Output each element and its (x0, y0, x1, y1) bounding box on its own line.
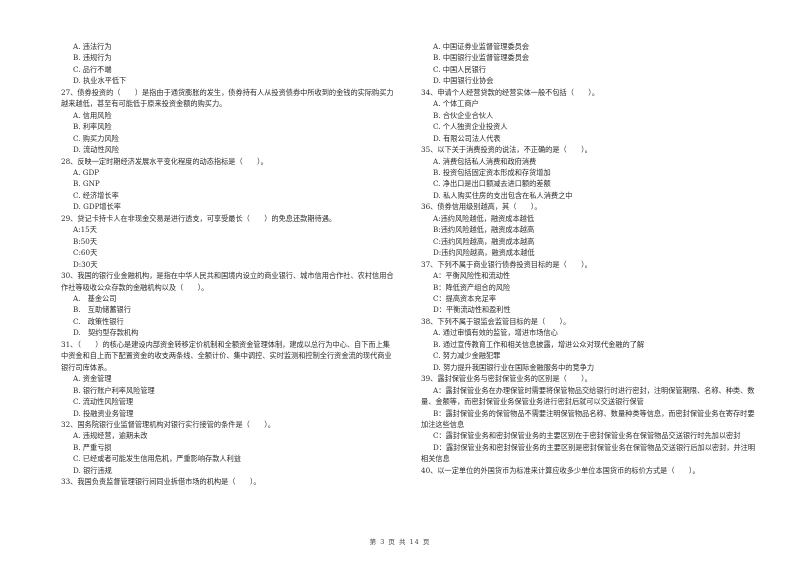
option: C. 中国人民银行 (433, 64, 486, 74)
prev-options: A. 中国证券业监督管理委员会 B. 中国银行业监督管理委员会 C. 中国人民银… (421, 41, 756, 87)
option: C. 努力减少金融犯罪 (433, 351, 501, 361)
question-stem: 36、债券信用级别越高，其（ ）。 (421, 202, 542, 212)
option: C:60天 (73, 248, 98, 258)
option: B:违约风险越低，融资成本越高 (433, 225, 535, 235)
question-block: 27、债券投资的（ ）是指由于通货膨胀的发生，债券持有人从投资债券中所收到的金钱… (61, 87, 396, 156)
question-stem: 40、以一定单位的外国货币为标准来计算应收多少单位本国货币的标价方式是（ ）。 (421, 465, 700, 475)
right-column: A. 中国证券业监督管理委员会 B. 中国银行业监督管理委员会 C. 中国人民银… (421, 41, 756, 476)
option: A. 通过审慎有效的监管，增进市场信心 (433, 328, 558, 338)
question-block: 37、下列不属于商业银行债券投资目标的是（ ）。 A：平衡风险性和流动性 B：降低资… (421, 259, 756, 316)
option: B:50天 (73, 236, 98, 246)
option: B. GNP (73, 179, 100, 189)
question-block: 32、国务院银行业监督管理机构对银行实行接管的条件是（ ）。 A. 违规经营，逾期… (61, 419, 396, 476)
option: A. 个体工商户 (433, 99, 479, 109)
option: D. 努力提升我国银行业在国际金融服务中的竞争力 (433, 362, 595, 372)
option: C. 已经或者可能发生信用危机，严重影响存款人利益 (73, 454, 241, 464)
option: B：降低资产组合的风险 (433, 282, 511, 292)
option: C. 净出口是出口额减去进口额的差额 (433, 179, 551, 189)
option: A:15天 (73, 225, 97, 235)
question-block: 40、以一定单位的外国货币为标准来计算应收多少单位本国货币的标价方式是（ ）。 (421, 465, 756, 476)
option: C. 个人独资企业投资人 (433, 122, 508, 132)
question-stem: 29、贷记卡持卡人在非现金交易是进行透支，可享受最长（ ）的免息还款期待遇。 (61, 213, 337, 223)
question-stem: 33、我国负责监督管理银行间同业拆借市场的机构是（ ）。 (61, 477, 261, 487)
option: C:违约风险越高，融资成本越高 (433, 236, 535, 246)
option: D. GDP增长率 (73, 202, 121, 212)
question-block: 36、债券信用级别越高，其（ ）。 A:违约风险越低，融资成本越低 B:违约风险越低… (421, 201, 756, 258)
option: B. 违规行为 (73, 53, 112, 63)
option: B. 严重亏损 (73, 442, 112, 452)
question-stem: 35、以下关于消费投资的说法，不正确的是（ ）。 (421, 145, 592, 155)
page-number: 第 3 页 共 14 页 (369, 538, 431, 546)
question-stem: 31、（ ）的核心是建设内部资金转移定价机制和全额资金管理体制，建成以总行为中心… (61, 339, 392, 372)
option: C. 经济增长率 (73, 190, 119, 200)
option: A. 资金管理 (73, 374, 112, 384)
question-block: 33、我国负责监督管理银行间同业拆借市场的机构是（ ）。 (61, 476, 396, 487)
option: C：提高资本充足率 (433, 293, 497, 303)
option: D. 有限公司法人代表 (433, 133, 501, 143)
option: A. GDP (73, 167, 100, 177)
option: A. 违规经营，逾期未改 (73, 431, 148, 441)
option: C. 政策性银行 (73, 316, 124, 326)
option: A：露封保管业务在办理保管时需要将保管物品交给银行时进行密封，注明保管期限、名称… (421, 385, 755, 407)
option: D:违约风险越高，融资成本越低 (433, 248, 535, 258)
option: A：平衡风险性和流动性 (433, 271, 511, 281)
option: B. 通过宣传教育工作和相关信息披露，增进公众对现代金融的了解 (433, 339, 645, 349)
option: D：露封保管业务和密封保管业务的主要区别是密封保管业务在保管物品交送银行后加以密… (421, 442, 756, 464)
question-block: 39、露封保管业务与密封保管业务的区别是（ ）。 A：露封保管业务在办理保管时需要… (421, 373, 756, 465)
question-block: 31、（ ）的核心是建设内部资金转移定价机制和全额资金管理体制，建成以总行为中心… (61, 339, 396, 419)
option: D. 中国银行业协会 (433, 76, 494, 86)
option: B. 利率风险 (73, 122, 112, 132)
option: B. 银行账户利率风险管理 (73, 385, 155, 395)
option: D. 契约型存款机构 (73, 328, 139, 338)
option: C. 品行不端 (73, 64, 112, 74)
option: D. 银行违规 (73, 465, 112, 475)
option: B. 中国银行业监督管理委员会 (433, 53, 530, 63)
option: A. 违法行为 (73, 42, 112, 51)
option: A. 消费包括私人消费和政府消费 (433, 156, 537, 166)
option: A. 中国证券业监督管理委员会 (433, 42, 530, 51)
question-stem: 38、下列不属于银监会监管目标的是（ ）。 (421, 316, 571, 326)
question-block: 28、反映一定时期经济发展水平变化程度的动态指标是（ ）。 A. GDP B. GN… (61, 156, 396, 213)
question-block: 34、申请个人经营贷款的经营实体一般不包括（ ）。 A. 个体工商户 B. 合伙企业… (421, 87, 756, 144)
question-block: 29、贷记卡持卡人在非现金交易是进行透支，可享受最长（ ）的免息还款期待遇。 A:… (61, 213, 396, 270)
option: D. 私人购买住房的支出包含在私人消费之中 (433, 190, 573, 200)
prev-options: A. 违法行为 B. 违规行为 C. 品行不端 D. 执业水平低下 (61, 41, 396, 87)
option: D：平衡流动性和盈利性 (433, 305, 511, 315)
question-block: 35、以下关于消费投资的说法，不正确的是（ ）。 A. 消费包括私人消费和政府消费… (421, 144, 756, 201)
option: D. 执业水平低下 (73, 76, 127, 86)
question-block: 38、下列不属于银监会监管目标的是（ ）。 A. 通过审慎有效的监管，增进市场信心… (421, 316, 756, 373)
option: D. 投融资业务管理 (73, 408, 134, 418)
question-stem: 28、反映一定时期经济发展水平变化程度的动态指标是（ ）。 (61, 156, 268, 166)
option: B. 投资包括固定资本形成和存货增加 (433, 167, 551, 177)
question-stem: 30、我国的银行业金融机构，是指在中华人民共和国境内设立的商业银行、城市信用合作… (61, 271, 394, 292)
option: D:30天 (73, 259, 98, 269)
option: C. 购买力风险 (73, 133, 119, 143)
option: B. 互助储蓄银行 (73, 305, 131, 315)
option: C：露封保管业务和密封保管业务的主要区别在于密封保管业务在保管物品交送银行时先加… (433, 431, 741, 441)
option: B：露封保管业务的保管物品不需要注明保管物品名称、数量种类等信息，而密封保管业务… (421, 408, 755, 429)
left-column: A. 违法行为 B. 违规行为 C. 品行不端 D. 执业水平低下 27、债券投… (61, 41, 396, 488)
question-stem: 39、露封保管业务与密封保管业务的区别是（ ）。 (421, 374, 592, 384)
option: C. 流动性风险管理 (73, 397, 134, 407)
question-stem: 34、申请个人经营贷款的经营实体一般不包括（ ）。 (421, 87, 600, 97)
option: D. 流动性风险 (73, 145, 120, 155)
question-stem: 37、下列不属于商业银行债券投资目标的是（ ）。 (421, 259, 592, 269)
question-stem: 27、债券投资的（ ）是指由于通货膨胀的发生，债券持有人从投资债券中所收到的金钱… (61, 87, 394, 109)
question-stem: 32、国务院银行业监督管理机构对银行实行接管的条件是（ ）。 (61, 419, 275, 429)
option: A. 基金公司 (73, 293, 117, 303)
option: A:违约风险越低，融资成本越低 (433, 213, 535, 223)
option: B. 合伙企业合伙人 (433, 110, 494, 120)
question-block: 30、我国的银行业金融机构，是指在中华人民共和国境内设立的商业银行、城市信用合作… (61, 270, 396, 339)
option: A. 信用风险 (73, 110, 112, 120)
